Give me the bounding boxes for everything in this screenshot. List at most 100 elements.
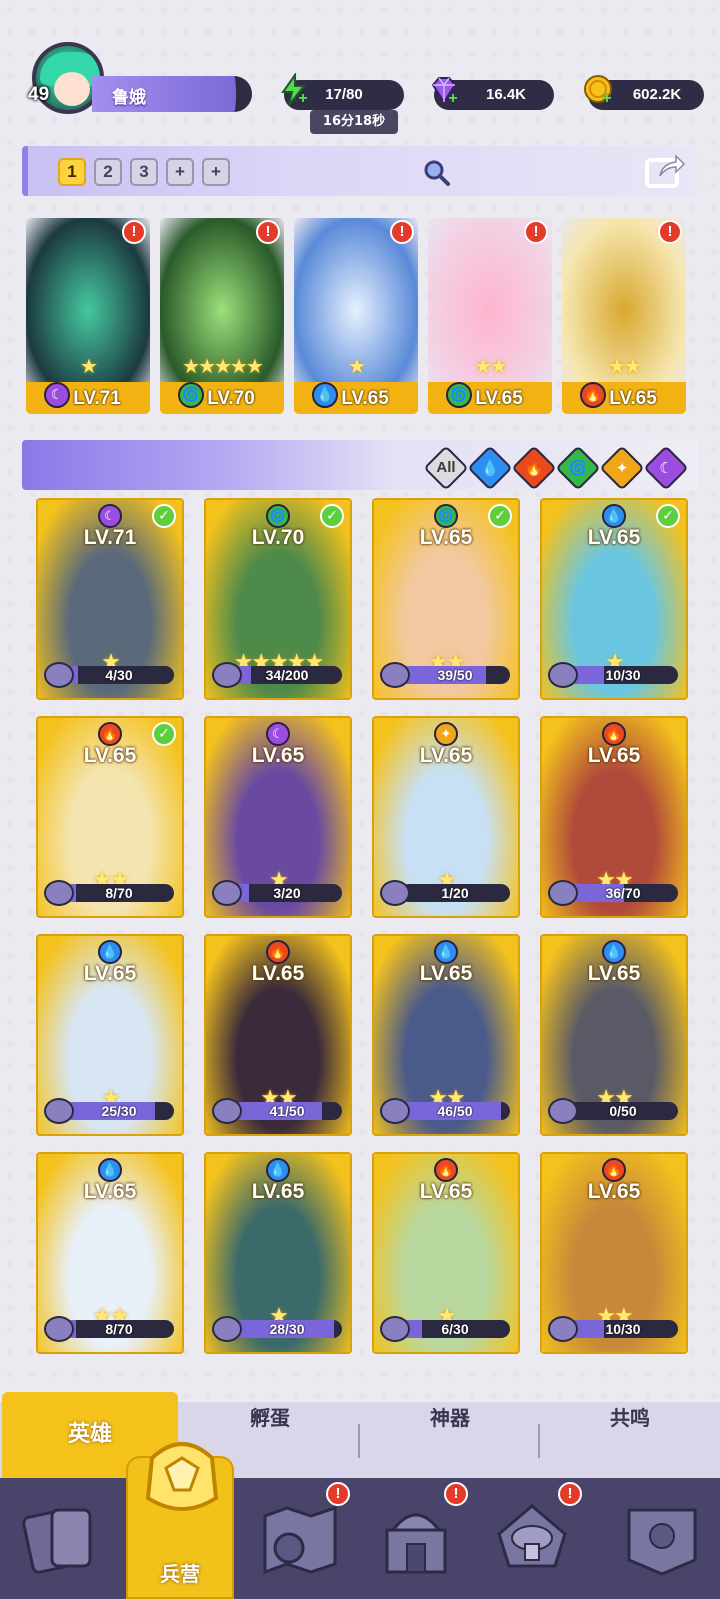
player-name-plate[interactable]: 鲁娥 <box>92 76 252 112</box>
hero-card[interactable]: 💧 LV.65 ★ 25/30 <box>36 934 184 1136</box>
element-icon: 🌀 <box>266 504 290 528</box>
hero-level: LV.65 <box>587 1180 641 1203</box>
plus-icon: + <box>448 90 458 107</box>
team-slot-add-2[interactable]: + <box>202 158 230 186</box>
shard-count: 10/30 <box>605 1321 641 1337</box>
nav-temple[interactable]: ! <box>366 1482 468 1590</box>
hero-stars: ★★ <box>608 354 642 378</box>
sparkle-icon: ✦ <box>615 459 629 477</box>
hero-card[interactable]: ☾ LV.65 ★ 3/20 <box>204 716 352 918</box>
lightning-icon: + <box>274 70 314 110</box>
hero-shard-icon <box>548 1098 578 1124</box>
shard-count: 46/50 <box>437 1103 473 1119</box>
hero-shard-icon <box>380 662 410 688</box>
nav-map[interactable]: ! <box>250 1482 350 1590</box>
hero-card[interactable]: 🌀 LV.70 ★★★★★ 34/200 ✓ <box>204 498 352 700</box>
hero-card[interactable]: ✦ LV.65 ★ 1/20 <box>372 716 520 918</box>
hero-card[interactable]: 💧 LV.65 ★ 28/30 <box>204 1152 352 1354</box>
team-hero-card[interactable]: ★★ LV.65 🔥! <box>562 218 686 414</box>
nav-barracks[interactable]: 兵营 <box>126 1442 234 1599</box>
alert-badge: ! <box>326 1482 350 1506</box>
hero-card[interactable]: 💧 LV.65 ★★ 46/50 <box>372 934 520 1136</box>
hero-level: LV.65 <box>419 962 473 985</box>
energy-timer: 16分18秒 <box>310 110 398 134</box>
avatar-face <box>54 72 90 106</box>
hero-stars: ★ <box>80 354 98 378</box>
player-name: 鲁娥 <box>112 88 146 108</box>
hero-card[interactable]: 💧 LV.65 ★★ 8/70 <box>36 1152 184 1354</box>
team-selector-bar: 1 2 3 + + <box>22 146 698 196</box>
element-icon: 💧 <box>98 940 122 964</box>
team-hero-card[interactable]: ★ LV.71 ☾! <box>26 218 150 414</box>
hero-card[interactable]: 🔥 LV.65 ★★ 36/70 <box>540 716 688 918</box>
nav-cards[interactable] <box>10 1490 110 1590</box>
share-icon[interactable] <box>644 152 686 190</box>
shard-progress-bar: 36/70 <box>568 884 678 902</box>
hero-shard-icon <box>44 1098 74 1124</box>
hero-shard-icon <box>212 1098 242 1124</box>
hero-shard-icon <box>548 662 578 688</box>
hero-card[interactable]: 🔥 LV.65 ★★ 10/30 <box>540 1152 688 1354</box>
hero-stars: ★★★★★ <box>182 354 264 378</box>
hero-tab-bar: 英雄 孵蛋 神器 共鸣 <box>0 1392 720 1478</box>
team-slot-2[interactable]: 2 <box>94 158 122 186</box>
element-icon: 💧 <box>602 940 626 964</box>
hero-level: LV.65 <box>251 1180 305 1203</box>
hero-level: LV.65 <box>587 744 641 767</box>
hero-shard-icon <box>380 1316 410 1342</box>
shard-progress-bar: 25/30 <box>64 1102 174 1120</box>
bottom-navigation: ! ! ! <box>0 1478 720 1599</box>
player-level: 49 <box>28 84 50 105</box>
element-icon: 🔥 <box>266 940 290 964</box>
hero-card[interactable]: ☾ LV.71 ★ 4/30 ✓ <box>36 498 184 700</box>
shard-count: 6/30 <box>441 1321 469 1337</box>
tab-artifacts[interactable]: 神器 <box>360 1402 540 1478</box>
hero-level: LV.65 <box>83 1180 137 1203</box>
alert-badge: ! <box>658 220 682 244</box>
check-icon: ✓ <box>656 504 680 528</box>
gold-counter[interactable]: + 602.2K <box>584 75 704 110</box>
team-hero-card[interactable]: ★★ LV.65 🌀! <box>428 218 552 414</box>
element-icon: 💧 <box>312 382 338 408</box>
team-slot-1[interactable]: 1 <box>58 158 86 186</box>
filter-water-button[interactable]: 💧 <box>467 445 513 491</box>
plus-icon: + <box>602 90 612 107</box>
gem-counter[interactable]: + 16.4K <box>431 77 554 110</box>
filter-all-button[interactable]: All <box>423 445 469 491</box>
hero-level: LV.70 <box>251 526 305 549</box>
filter-light-button[interactable]: ✦ <box>599 445 645 491</box>
barracks-icon <box>145 1442 219 1511</box>
search-icon[interactable] <box>422 158 452 188</box>
team-hero-card[interactable]: ★ LV.65 💧! <box>294 218 418 414</box>
energy-counter[interactable]: + 17/80 <box>281 73 404 110</box>
hero-level: LV.65 <box>419 1180 473 1203</box>
filter-wind-button[interactable]: 🌀 <box>555 445 601 491</box>
mushroom-icon <box>497 1504 567 1568</box>
hero-card[interactable]: 🔥 LV.65 ★★ 8/70 ✓ <box>36 716 184 918</box>
tab-resonance[interactable]: 共鸣 <box>540 1402 720 1478</box>
hero-card[interactable]: 🔥 LV.65 ★★ 41/50 <box>204 934 352 1136</box>
element-icon: 💧 <box>98 1158 122 1182</box>
team-slot-add-1[interactable]: + <box>166 158 194 186</box>
filter-dark-button[interactable]: ☾ <box>643 445 689 491</box>
check-icon: ✓ <box>152 722 176 746</box>
hero-card[interactable]: 🔥 LV.65 ★ 6/30 <box>372 1152 520 1354</box>
hero-level: LV.65 <box>419 526 473 549</box>
hero-shard-icon <box>212 662 242 688</box>
team-hero-card[interactable]: ★★★★★ LV.70 🌀! <box>160 218 284 414</box>
alert-badge: ! <box>558 1482 582 1506</box>
hero-card[interactable]: 🌀 LV.65 ★★ 39/50 ✓ <box>372 498 520 700</box>
nav-mushroom[interactable]: ! <box>482 1482 582 1590</box>
hero-card[interactable]: 💧 LV.65 ★★ 0/50 <box>540 934 688 1136</box>
shard-progress-bar: 0/50 <box>568 1102 678 1120</box>
hero-level: LV.65 <box>587 962 641 985</box>
shard-progress-bar: 1/20 <box>400 884 510 902</box>
nav-guild[interactable] <box>612 1490 712 1590</box>
hero-card[interactable]: 💧 LV.65 ★ 10/30 ✓ <box>540 498 688 700</box>
filter-fire-button[interactable]: 🔥 <box>511 445 557 491</box>
hero-shard-icon <box>548 1316 578 1342</box>
shard-count: 3/20 <box>273 885 301 901</box>
team-slot-3[interactable]: 3 <box>130 158 158 186</box>
nav-barracks-label: 兵营 <box>160 1562 200 1586</box>
shard-count: 36/70 <box>605 885 641 901</box>
